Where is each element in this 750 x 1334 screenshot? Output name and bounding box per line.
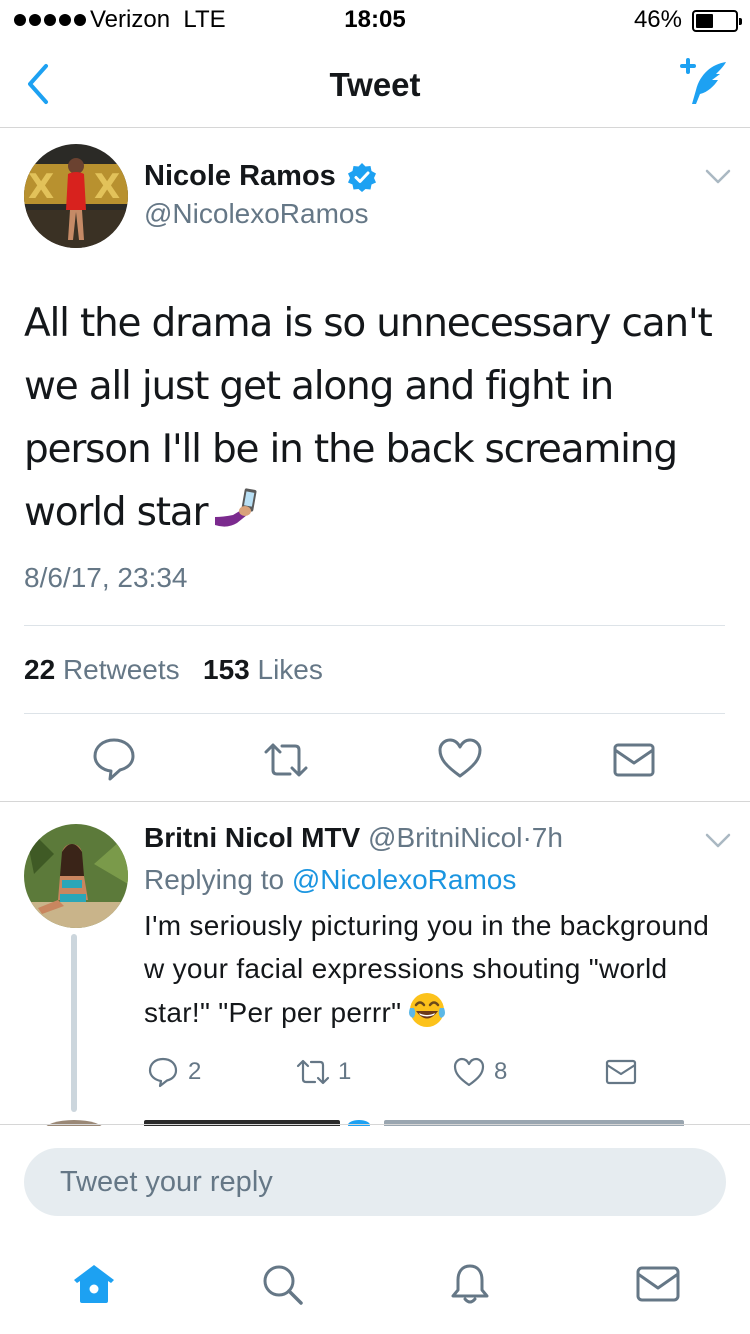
notifications-icon[interactable] <box>446 1260 494 1308</box>
tweet-stats: 22 Retweets 153 Likes <box>24 654 323 686</box>
peek-name <box>144 1120 340 1126</box>
retweets-label: Retweets <box>62 654 180 685</box>
section-divider <box>0 801 750 802</box>
divider <box>24 625 725 626</box>
tab-bar <box>0 1234 750 1334</box>
author-name[interactable]: Nicole Ramos <box>144 160 336 193</box>
avatar <box>44 1120 104 1126</box>
retweets-stat[interactable]: 22 Retweets <box>24 654 180 685</box>
reply-bar-divider <box>0 1124 750 1125</box>
chevron-down-icon[interactable] <box>704 168 732 186</box>
compose-tweet-button[interactable] <box>672 56 732 110</box>
verified-badge-icon <box>348 1120 370 1126</box>
dm-icon[interactable] <box>610 736 658 784</box>
home-icon[interactable] <box>70 1260 118 1308</box>
reply-icon <box>148 1057 178 1088</box>
likes-count: 153 <box>203 654 250 685</box>
svg-text:X: X <box>94 167 120 207</box>
mention-link[interactable]: @NicolexoRamos <box>292 864 517 895</box>
reply-author-handle[interactable]: @BritniNicol <box>368 822 522 853</box>
retweet-icon[interactable] <box>262 736 310 784</box>
chevron-down-icon[interactable] <box>704 832 732 850</box>
likes-stat[interactable]: 153 Likes <box>203 654 323 685</box>
navigation-bar: Tweet <box>0 40 750 128</box>
retweet-count: 1 <box>338 1058 352 1085</box>
compose-tweet-icon <box>680 58 726 104</box>
battery-percent: 46% <box>633 6 682 33</box>
svg-text:X: X <box>28 167 54 207</box>
peek-handle <box>384 1120 684 1126</box>
reply-author-name[interactable]: Britni Nicol MTV <box>144 822 360 853</box>
retweet-icon <box>296 1059 330 1085</box>
tweet-timestamp: 8/6/17, 23:34 <box>24 562 188 593</box>
page-title: Tweet <box>329 66 421 103</box>
thread-line <box>71 934 77 1112</box>
reply-separator: · <box>522 822 532 853</box>
reply-retweet-action[interactable]: 1 <box>296 1054 351 1090</box>
author-avatar[interactable]: X X <box>24 144 128 248</box>
reply-dm-action[interactable] <box>604 1054 638 1090</box>
reply-text: I'm seriously picturing you in the backg… <box>144 904 734 1034</box>
like-icon <box>453 1057 485 1087</box>
like-icon[interactable] <box>436 734 484 782</box>
replying-to-label: Replying to <box>144 864 285 895</box>
avatar-photo: X X <box>24 144 128 248</box>
verified-badge-icon <box>348 163 376 192</box>
selfie-emoji <box>215 488 257 527</box>
reply-icon[interactable] <box>90 734 138 782</box>
messages-icon[interactable] <box>634 1260 682 1308</box>
author-handle[interactable]: @NicolexoRamos <box>144 198 369 230</box>
status-bar: Verizon LTE 18:05 46% <box>0 0 750 40</box>
like-count: 8 <box>494 1058 508 1085</box>
likes-label: Likes <box>257 654 323 685</box>
reply-author-avatar[interactable] <box>24 824 128 928</box>
dm-icon <box>605 1059 637 1085</box>
reply-like-action[interactable]: 8 <box>452 1054 507 1090</box>
tweet-body: All the drama is so unnecessary can't we… <box>24 301 713 535</box>
tears-of-joy-emoji <box>409 993 446 1027</box>
reply-reply-action[interactable]: 2 <box>146 1054 201 1090</box>
reply-count: 2 <box>188 1058 202 1085</box>
search-icon[interactable] <box>258 1260 306 1308</box>
tweet-reply-input[interactable] <box>24 1148 726 1216</box>
battery-icon <box>692 10 742 32</box>
replying-to: Replying to @NicolexoRamos <box>144 864 516 896</box>
divider <box>24 713 725 714</box>
avatar-photo <box>24 824 128 928</box>
retweets-count: 22 <box>24 654 56 685</box>
reply-time: 7h <box>531 822 563 853</box>
reply-header: Britni Nicol MTV @BritniNicol·7h <box>144 822 563 854</box>
tweet-text: All the drama is so unnecessary can't we… <box>24 292 729 544</box>
